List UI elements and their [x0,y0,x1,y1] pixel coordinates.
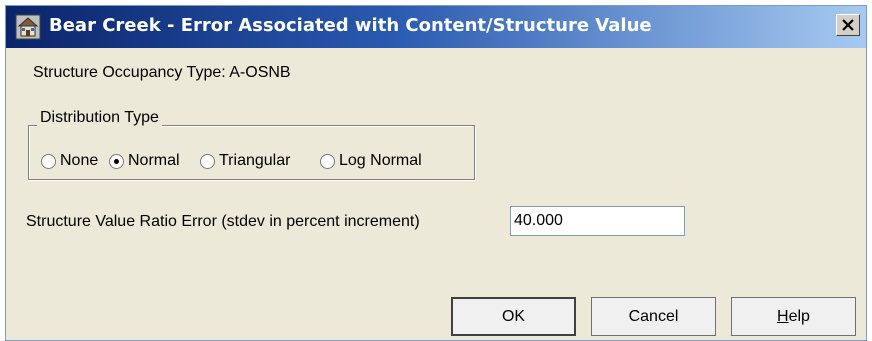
title-bar[interactable]: Bear Creek - Error Associated with Conte… [6,6,866,48]
cancel-button[interactable]: Cancel [591,297,716,336]
close-button[interactable] [836,14,860,36]
radio-normal[interactable]: Normal [109,149,180,173]
window-title: Bear Creek - Error Associated with Conte… [49,15,652,36]
radio-none[interactable]: None [41,149,98,173]
radio-log-normal-label: Log Normal [339,152,422,169]
app-building-icon [15,14,41,40]
radio-log-normal[interactable]: Log Normal [320,149,422,173]
radio-none-indicator[interactable] [41,153,56,169]
help-button[interactable]: Help [731,297,856,336]
radio-normal-indicator[interactable] [109,153,124,169]
close-icon [842,19,854,31]
ratio-error-label: Structure Value Ratio Error (stdev in pe… [26,213,420,230]
radio-triangular-label: Triangular [219,152,291,169]
distribution-type-legend: Distribution Type [37,109,162,127]
occupancy-type-label: Structure Occupancy Type: A-OSNB [33,64,291,81]
radio-log-normal-indicator[interactable] [320,153,335,169]
ok-button[interactable]: OK [451,297,576,336]
dialog-window: Bear Creek - Error Associated with Conte… [5,5,867,341]
ratio-error-input[interactable] [510,206,685,236]
radio-triangular-indicator[interactable] [200,153,215,169]
radio-none-label: None [60,152,99,169]
help-button-label: elp [788,308,810,325]
radio-normal-label: Normal [128,152,180,169]
help-button-mnemonic: H [777,308,789,325]
radio-triangular[interactable]: Triangular [200,149,290,173]
